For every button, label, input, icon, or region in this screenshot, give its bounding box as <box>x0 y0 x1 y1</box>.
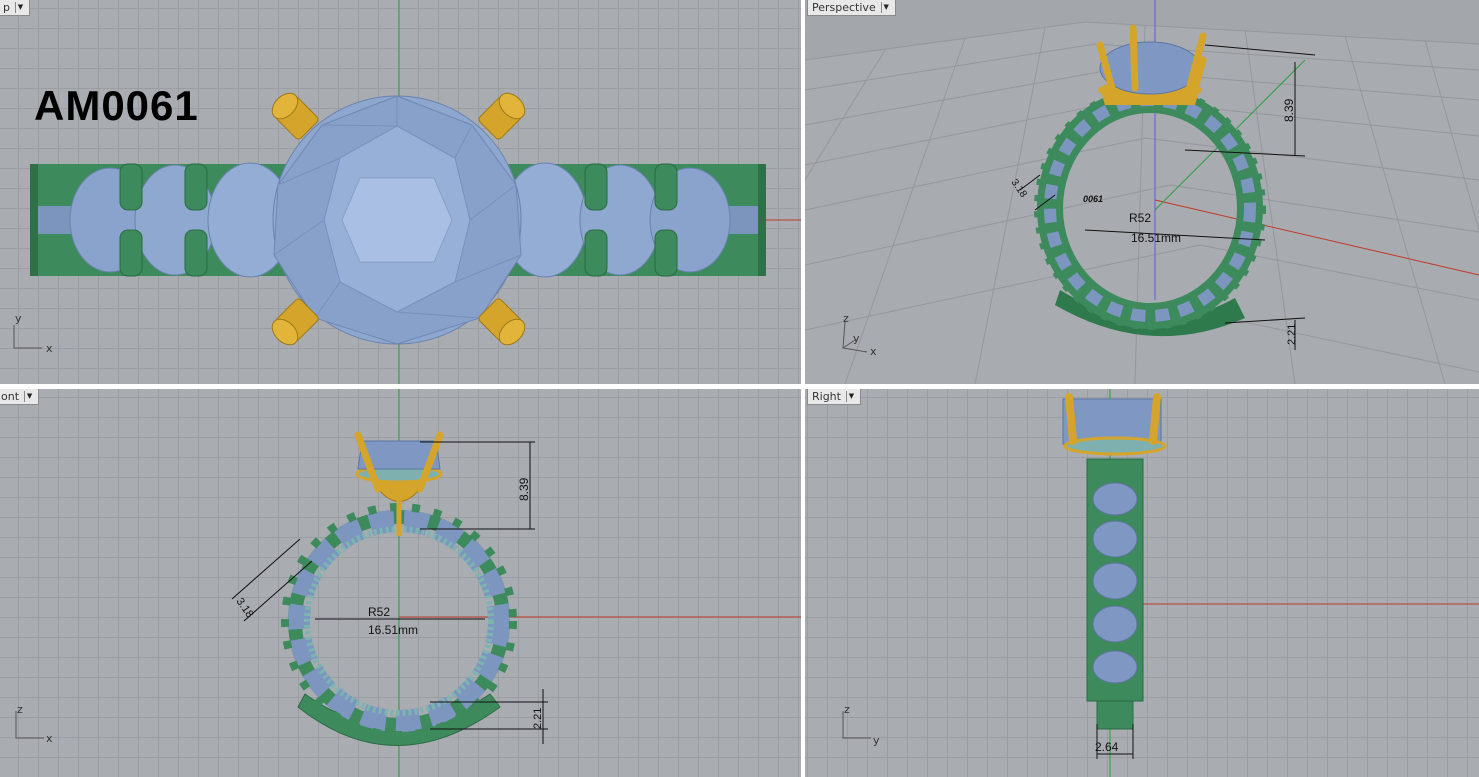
front-scene: 8.39 3.18 R52 16.51mm 2.21 z x <box>15 389 801 777</box>
viewport-right[interactable]: 2.64 z y Right ▼ <box>805 389 1479 777</box>
ring-model-right <box>1062 393 1167 730</box>
viewport-tab-right[interactable]: Right ▼ <box>807 389 861 405</box>
viewport-top[interactable]: y x AM0061 p ▼ <box>0 0 801 384</box>
dim-width: 3.18 <box>234 596 256 620</box>
svg-text:x: x <box>46 342 53 355</box>
svg-text:y: y <box>15 312 22 325</box>
chevron-down-icon[interactable]: ▼ <box>24 391 34 402</box>
right-scene: 2.64 z y <box>842 389 1479 777</box>
perspective-scene: 0061 8.39 3.18 R52 16.51mm 2.21 z y x <box>805 0 1479 384</box>
model-code-label: AM0061 <box>34 82 199 129</box>
svg-text:z: z <box>844 703 850 716</box>
viewport-tab-label: ont <box>1 390 20 403</box>
axis-widget-right: z y <box>842 703 880 747</box>
dim-radius: R52 <box>1129 211 1151 225</box>
top-scene: y x <box>13 0 801 384</box>
viewport-tab-label: p <box>3 1 10 14</box>
viewport-perspective[interactable]: 0061 8.39 3.18 R52 16.51mm 2.21 z y x Pe… <box>805 0 1479 384</box>
dim-band: 2.21 <box>532 708 544 729</box>
dim-diameter: 16.51mm <box>1131 231 1181 245</box>
svg-text:y: y <box>873 734 880 747</box>
axis-widget-top: y x <box>13 312 53 355</box>
chevron-down-icon[interactable]: ▼ <box>14 2 25 13</box>
svg-text:z: z <box>843 312 849 325</box>
chevron-down-icon[interactable]: ▼ <box>880 2 891 13</box>
dim-radius: R52 <box>368 605 390 619</box>
svg-text:x: x <box>46 732 53 745</box>
dim-diameter: 16.51mm <box>368 623 418 637</box>
viewport-tab-top[interactable]: p ▼ <box>0 0 30 16</box>
dim-thickness: 2.64 <box>1095 740 1119 754</box>
viewport-tab-label: Right <box>812 390 841 403</box>
axis-widget-front: z x <box>15 703 53 745</box>
viewport-tab-front[interactable]: ont ▼ <box>0 389 40 405</box>
dim-height: 8.39 <box>1282 98 1296 122</box>
svg-text:x: x <box>870 345 877 358</box>
viewport-tab-perspective[interactable]: Perspective ▼ <box>807 0 896 16</box>
dim-band: 2.21 <box>1286 324 1298 345</box>
chevron-down-icon[interactable]: ▼ <box>845 391 856 402</box>
center-stone <box>272 95 522 345</box>
svg-text:0061: 0061 <box>1083 194 1103 204</box>
viewport-front[interactable]: 8.39 3.18 R52 16.51mm 2.21 z x ont ▼ <box>0 389 801 777</box>
viewport-tab-label: Perspective <box>812 1 876 14</box>
svg-text:z: z <box>17 703 23 716</box>
svg-text:y: y <box>853 332 860 345</box>
dim-height: 8.39 <box>517 477 531 501</box>
